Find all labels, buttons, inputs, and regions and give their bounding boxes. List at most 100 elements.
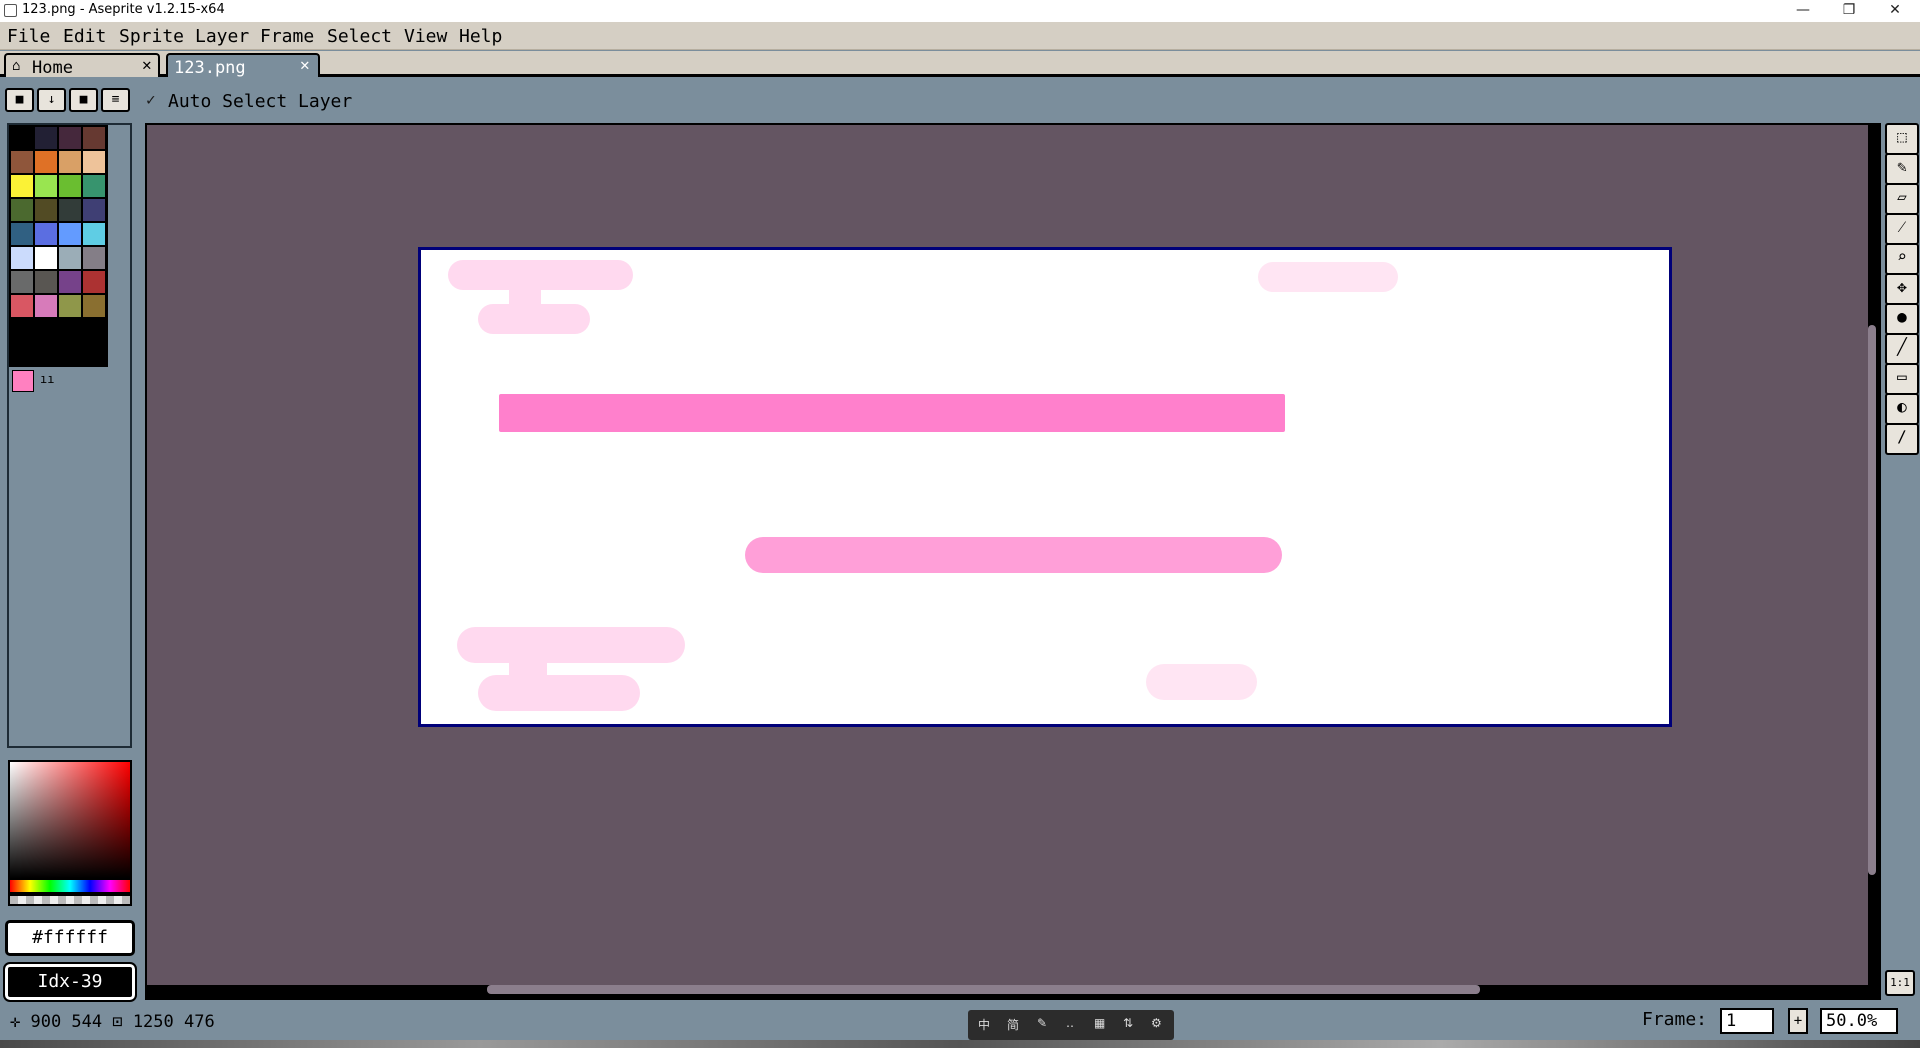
palette-swatch[interactable] — [83, 175, 105, 197]
zoom-level-input[interactable]: 50.0% — [1820, 1008, 1898, 1034]
menu-sprite[interactable]: Sprite — [119, 26, 184, 47]
one-to-one-button[interactable]: 1:1 — [1885, 970, 1915, 996]
menu-layer[interactable]: Layer — [195, 26, 249, 47]
brush-icon[interactable]: ✎ — [1037, 1016, 1047, 1030]
palette-mode-icon[interactable]: ıı — [40, 372, 54, 386]
lock-icon[interactable]: ■ — [5, 88, 34, 112]
chinese-input-icon[interactable]: 中 — [978, 1016, 990, 1033]
contour-tool-icon[interactable]: ◐ — [1885, 393, 1919, 425]
palette-swatch[interactable] — [11, 199, 33, 221]
palette-swatch[interactable] — [59, 295, 81, 317]
palette-swatch[interactable] — [35, 247, 57, 269]
rectangle-tool-icon[interactable]: ▭ — [1885, 363, 1919, 395]
auto-select-layer-label[interactable]: Auto Select Layer — [168, 91, 352, 112]
menu-help[interactable]: Help — [459, 26, 502, 47]
palette-swatch[interactable] — [59, 271, 81, 293]
palette-swatch[interactable] — [11, 247, 33, 269]
palette-swatch[interactable] — [83, 223, 105, 245]
color-index-field[interactable]: Idx-39 — [3, 962, 137, 1002]
palette-swatch[interactable] — [35, 295, 57, 317]
palette-grid — [9, 125, 108, 367]
arrow-down-icon[interactable]: ↓ — [37, 88, 66, 112]
palette-swatch[interactable] — [11, 127, 33, 149]
palette-swatch[interactable] — [59, 127, 81, 149]
window-title: 123.png - Aseprite v1.2.15-x64 — [22, 2, 225, 17]
frame-number-input[interactable]: 1 — [1720, 1008, 1774, 1034]
menu-file[interactable]: File — [7, 26, 50, 47]
eyedropper-tool-icon[interactable]: ⁄ — [1885, 213, 1919, 245]
palette-swatch[interactable] — [35, 271, 57, 293]
color-picker[interactable] — [8, 760, 132, 880]
blur-tool-icon[interactable]: ∕ — [1885, 423, 1919, 455]
palette-swatch[interactable] — [35, 223, 57, 245]
menu-frame[interactable]: Frame — [260, 26, 314, 47]
foreground-color-swatch[interactable] — [12, 370, 34, 392]
frame-plus-button[interactable]: + — [1788, 1008, 1808, 1034]
palette-swatch[interactable] — [11, 295, 33, 317]
switch-icon[interactable]: ⇅ — [1123, 1016, 1133, 1030]
marquee-tool-icon[interactable]: ⬚ — [1885, 123, 1919, 155]
palette-swatch[interactable] — [11, 223, 33, 245]
checkmark-icon[interactable]: ✓ — [146, 90, 156, 109]
palette-swatch[interactable] — [35, 199, 57, 221]
blob-top-right — [1258, 262, 1398, 292]
palette-swatch[interactable] — [59, 151, 81, 173]
palette-swatch[interactable] — [35, 127, 57, 149]
palette-swatch[interactable] — [83, 271, 105, 293]
paint-bucket-tool-icon[interactable]: ● — [1885, 303, 1919, 335]
close-window-button[interactable]: ✕ — [1872, 0, 1918, 22]
palette-swatch[interactable] — [83, 295, 105, 317]
palette-swatch[interactable] — [59, 223, 81, 245]
eraser-tool-icon[interactable]: ▱ — [1885, 183, 1919, 215]
sprite-canvas[interactable] — [418, 247, 1672, 727]
tab-123-png[interactable]: 123.png ✕ — [166, 53, 320, 78]
palette-swatch[interactable] — [11, 271, 33, 293]
palette-swatch[interactable] — [59, 247, 81, 269]
pencil-tool-icon[interactable]: ✎ — [1885, 153, 1919, 185]
menu-view[interactable]: View — [404, 26, 447, 47]
menu-lines-icon[interactable]: ≡ — [101, 88, 130, 112]
palette-swatch[interactable] — [35, 175, 57, 197]
tools-panel: ⬚ ✎ ▱ ⁄ ⌕ ✥ ● ╱ ▭ ◐ ∕ — [1885, 123, 1919, 458]
palette-swatch[interactable] — [11, 175, 33, 197]
palette-swatch[interactable] — [59, 199, 81, 221]
stop-icon[interactable]: ■ — [69, 88, 98, 112]
palette-swatch[interactable] — [83, 127, 105, 149]
line-tool-icon[interactable]: ╱ — [1885, 333, 1919, 365]
home-icon: ⌂ — [12, 58, 21, 74]
close-tab-icon[interactable]: ✕ — [300, 55, 310, 74]
title-bar: 123.png - Aseprite v1.2.15-x64 — ❐ ✕ — [0, 0, 1920, 22]
restore-button[interactable]: ❐ — [1826, 0, 1872, 22]
horizontal-scrollbar-thumb[interactable] — [487, 985, 1480, 994]
zoom-tool-icon[interactable]: ⌕ — [1885, 243, 1919, 275]
keyboard-icon[interactable]: ▦ — [1094, 1016, 1105, 1030]
saturation-value-area[interactable] — [10, 762, 130, 878]
menu-select[interactable]: Select — [327, 26, 392, 47]
close-tab-icon[interactable]: ✕ — [142, 55, 152, 74]
palette-swatch[interactable] — [83, 199, 105, 221]
hue-slider[interactable] — [8, 878, 132, 894]
minimize-button[interactable]: — — [1780, 0, 1826, 22]
blob-bottom-left-a — [457, 627, 685, 663]
blob-top-left-stem — [509, 288, 541, 304]
move-tool-icon[interactable]: ✥ — [1885, 273, 1919, 305]
vertical-scrollbar-thumb[interactable] — [1868, 325, 1876, 875]
palette-swatch[interactable] — [83, 151, 105, 173]
bar-secondary — [745, 537, 1282, 573]
hex-color-field[interactable]: #ffffff — [5, 920, 135, 956]
tab-home[interactable]: ⌂ Home ✕ — [4, 53, 160, 78]
palette-swatch[interactable] — [83, 247, 105, 269]
blob-top-left-a — [448, 260, 633, 290]
punctuation-icon[interactable]: ‥ — [1066, 1016, 1074, 1030]
palette-swatch[interactable] — [11, 151, 33, 173]
status-bar: ✛ 900 544 ⊡ 1250 476 — [0, 1004, 1920, 1040]
alpha-slider[interactable] — [8, 894, 132, 906]
palette-swatch[interactable] — [35, 151, 57, 173]
simplified-icon[interactable]: 简 — [1007, 1016, 1019, 1033]
menu-edit[interactable]: Edit — [63, 26, 106, 47]
settings-gear-icon[interactable]: ⚙ — [1151, 1016, 1162, 1030]
palette-swatch[interactable] — [59, 175, 81, 197]
blob-bottom-left-b — [478, 675, 640, 711]
app-icon — [4, 4, 17, 17]
ime-toolbar[interactable]: 中 简 ✎ ‥ ▦ ⇅ ⚙ — [968, 1010, 1174, 1040]
